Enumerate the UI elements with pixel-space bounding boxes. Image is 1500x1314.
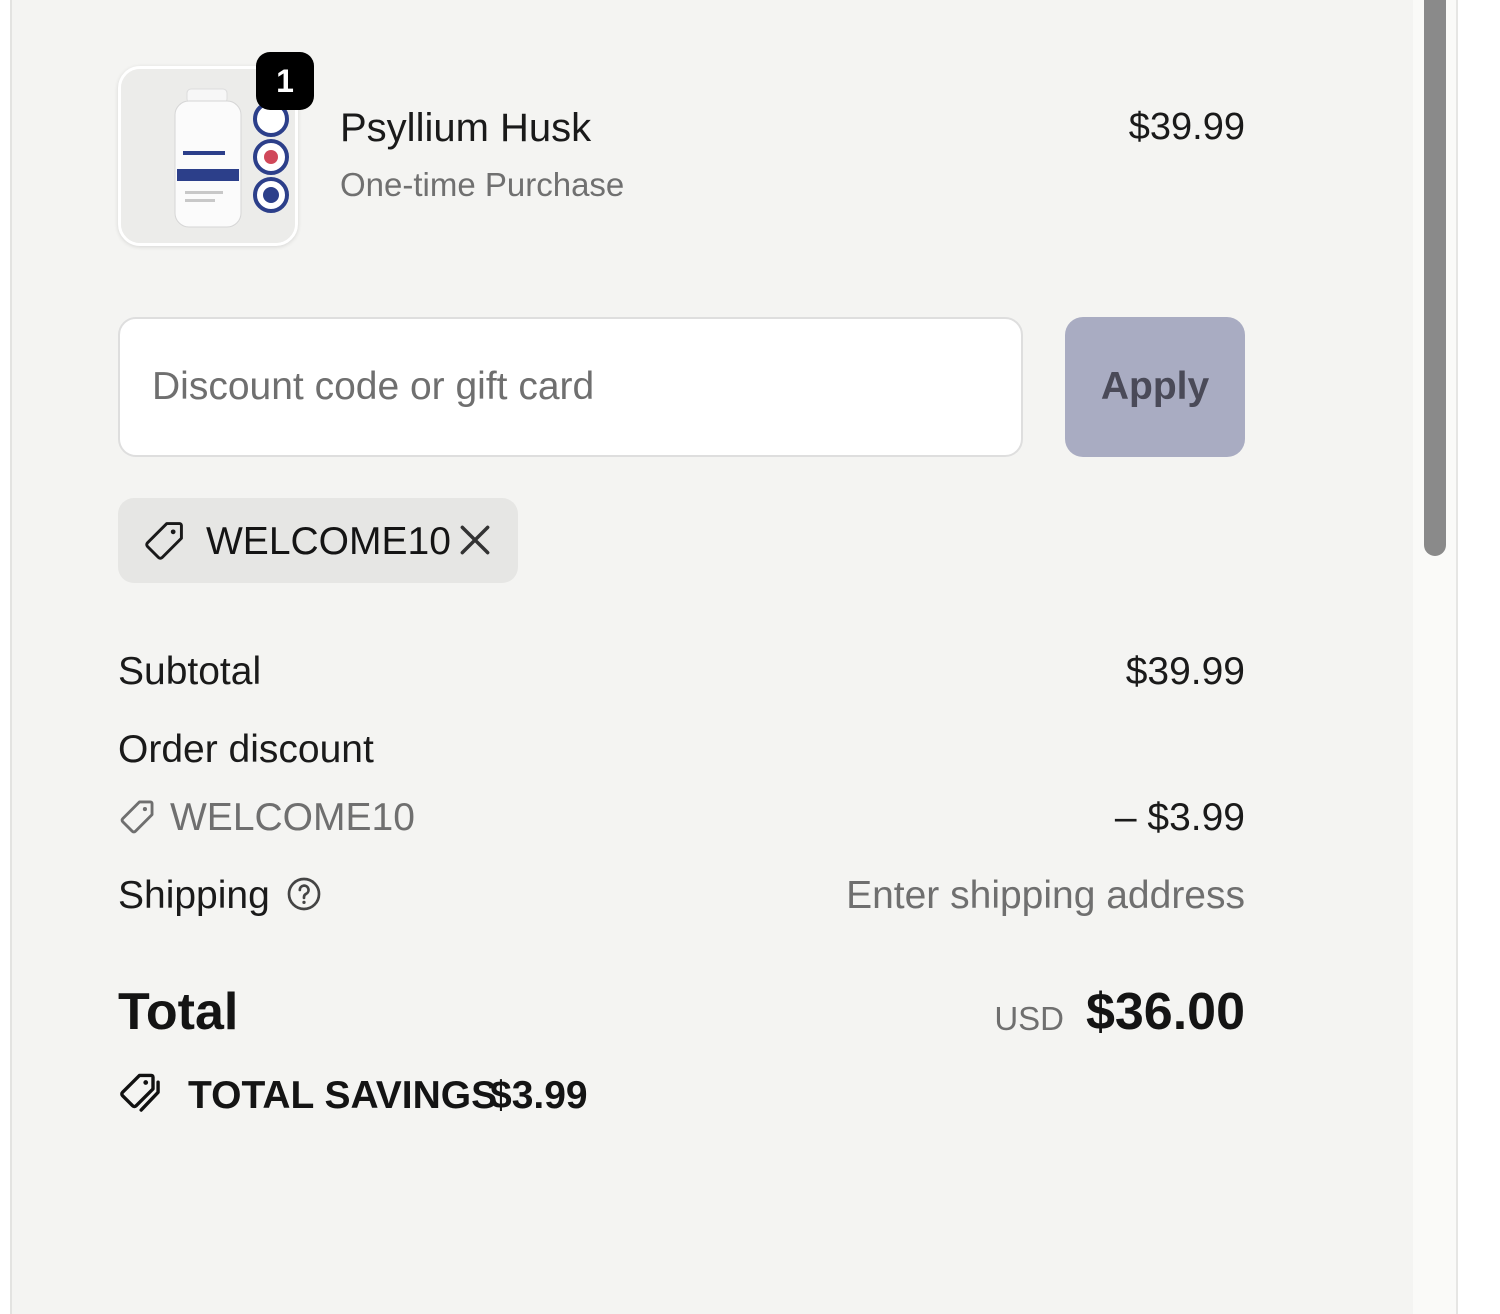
product-price: $39.99 xyxy=(1128,106,1245,148)
discount-value: – $3.99 xyxy=(1114,796,1245,839)
total-label: Total xyxy=(118,983,239,1041)
applied-discount-chip: WELCOME10 xyxy=(118,498,518,583)
order-discount-label: Order discount xyxy=(118,728,374,771)
apply-button[interactable]: Apply xyxy=(1065,317,1245,457)
currency-code: USD xyxy=(994,1000,1064,1037)
total-savings-value: $3.99 xyxy=(490,1074,588,1117)
shipping-label: Shipping xyxy=(118,874,270,917)
help-circle-icon[interactable] xyxy=(286,876,322,912)
double-tag-icon xyxy=(120,1073,160,1112)
tag-icon xyxy=(120,800,154,834)
quantity-badge: 1 xyxy=(256,52,314,110)
subtotal-label: Subtotal xyxy=(118,650,262,693)
scrollbar-thumb[interactable] xyxy=(1424,0,1446,556)
discount-code-input[interactable] xyxy=(118,317,1023,457)
purchase-type: One-time Purchase xyxy=(340,166,625,203)
total-savings-label: TOTAL SAVINGS xyxy=(188,1074,498,1117)
subtotal-value: $39.99 xyxy=(1125,650,1245,693)
close-icon[interactable] xyxy=(456,521,494,559)
shipping-value: Enter shipping address xyxy=(846,874,1245,917)
product-name: Psyllium Husk xyxy=(340,106,592,150)
tag-icon xyxy=(145,522,183,560)
total-value: $36.00 xyxy=(1085,983,1245,1041)
discount-code-label: WELCOME10 xyxy=(170,796,415,839)
applied-code-label: WELCOME10 xyxy=(206,520,451,563)
